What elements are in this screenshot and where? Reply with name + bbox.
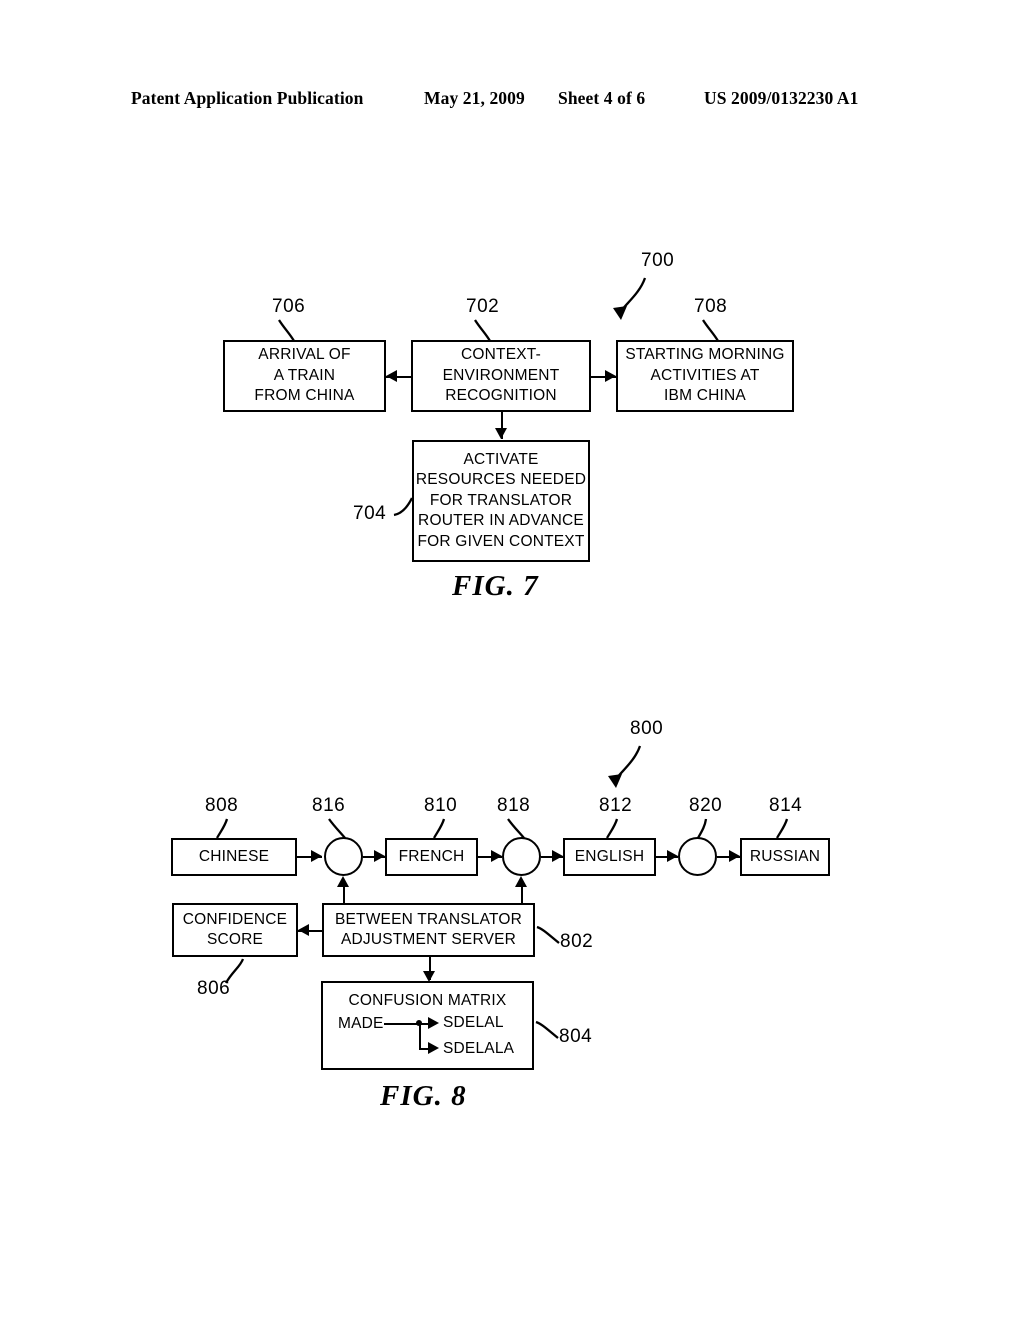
- box-706-line-1: ARRIVAL OF: [258, 346, 351, 364]
- ref-numeral-802: 802: [560, 931, 594, 952]
- confusion-matrix-source-label: MADE: [338, 1015, 384, 1032]
- box-704-line-2: RESOURCES NEEDED: [415, 471, 587, 489]
- box-810-line-1: FRENCH: [398, 847, 465, 865]
- arrowhead-made-to-sdelala: [428, 1042, 439, 1054]
- ref-numeral-702: 702: [466, 296, 500, 317]
- ref-numeral-812: 812: [599, 795, 633, 816]
- box-context-environment-recognition: CONTEXT- ENVIRONMENT RECOGNITION: [411, 340, 591, 412]
- ref-numeral-800: 800: [630, 718, 664, 739]
- ref-numeral-804: 804: [559, 1026, 593, 1047]
- ref-numeral-700: 700: [641, 250, 675, 271]
- box-language-chinese: CHINESE: [171, 838, 297, 876]
- box-706-line-3: FROM CHINA: [254, 387, 355, 405]
- box-802-line-1: BETWEEN TRANSLATOR: [334, 910, 523, 928]
- box-activate-resources-for-translator-router: ACTIVATE RESOURCES NEEDED FOR TRANSLATOR…: [412, 440, 590, 562]
- arrowhead-818-to-english: [552, 850, 563, 862]
- ref-numeral-810: 810: [424, 795, 458, 816]
- leader-704: [393, 497, 414, 517]
- box-812-line-1: ENGLISH: [574, 847, 645, 865]
- box-708-line-1: STARTING MORNING: [625, 346, 785, 364]
- arrowhead-english-to-820: [667, 850, 678, 862]
- figure-8-caption: FIG. 8: [380, 1080, 467, 1112]
- arrowhead-french-to-818: [491, 850, 502, 862]
- arrowhead-chinese-to-816: [311, 850, 322, 862]
- leader-700: [613, 277, 647, 320]
- junction-816: [324, 837, 363, 876]
- connector-branch-drop: [419, 1023, 421, 1049]
- junction-820: [678, 837, 717, 876]
- page-header: Patent Application Publication May 21, 2…: [0, 88, 1024, 116]
- arrowhead-server-to-818: [515, 876, 527, 887]
- box-706-line-2: A TRAIN: [273, 366, 336, 384]
- arrowhead-702-to-706: [386, 370, 397, 382]
- ref-numeral-814: 814: [769, 795, 803, 816]
- box-confidence-score: CONFIDENCE SCORE: [172, 903, 298, 957]
- box-702-line-3: RECOGNITION: [445, 387, 557, 405]
- arrowhead-made-to-sdelal: [428, 1017, 439, 1029]
- ref-numeral-706: 706: [272, 296, 306, 317]
- box-802-line-2: ADJUSTMENT SERVER: [340, 931, 517, 948]
- ref-numeral-816: 816: [312, 795, 346, 816]
- box-806-line-1: CONFIDENCE: [182, 910, 288, 928]
- ref-numeral-818: 818: [497, 795, 531, 816]
- box-arrival-of-a-train-from-china: ARRIVAL OF A TRAIN FROM CHINA: [223, 340, 386, 412]
- arrowhead-820-to-russian: [729, 850, 740, 862]
- leader-800: [608, 745, 642, 788]
- header-publication-label: Patent Application Publication: [131, 88, 364, 108]
- confusion-matrix-target-label-2: SDELALA: [443, 1040, 515, 1057]
- confusion-matrix-target-label-1: SDELAL: [443, 1014, 504, 1031]
- connector-made-stem: [384, 1023, 419, 1025]
- box-language-french: FRENCH: [385, 838, 478, 876]
- box-704-line-3: FOR TRANSLATOR: [429, 491, 573, 509]
- box-804-title: CONFUSION MATRIX: [348, 992, 507, 1009]
- arrowhead-server-to-816: [337, 876, 349, 887]
- box-806-line-2: SCORE: [206, 931, 264, 948]
- ref-numeral-708: 708: [694, 296, 728, 317]
- arrowhead-702-to-708: [605, 370, 616, 382]
- box-814-line-1: RUSSIAN: [749, 847, 821, 865]
- figure-7-caption: FIG. 7: [452, 570, 539, 602]
- box-704-line-5: FOR GIVEN CONTEXT: [417, 532, 585, 550]
- ref-numeral-820: 820: [689, 795, 723, 816]
- box-starting-morning-activities-at-ibm-china: STARTING MORNING ACTIVITIES AT IBM CHINA: [616, 340, 794, 412]
- arrowhead-702-to-704: [495, 428, 507, 439]
- arrowhead-816-to-french: [374, 850, 385, 862]
- box-708-line-3: IBM CHINA: [664, 387, 746, 405]
- box-704-line-1: ACTIVATE: [463, 450, 539, 468]
- header-sheet-label: Sheet 4 of 6: [558, 88, 646, 108]
- ref-numeral-806: 806: [197, 978, 231, 999]
- arrowhead-server-to-confidence-score: [298, 924, 309, 936]
- box-708-line-2: ACTIVITIES AT: [650, 366, 760, 384]
- box-between-translator-adjustment-server: BETWEEN TRANSLATOR ADJUSTMENT SERVER: [322, 903, 535, 957]
- box-702-line-1: CONTEXT-: [461, 346, 541, 364]
- ref-numeral-808: 808: [205, 795, 239, 816]
- box-language-english: ENGLISH: [563, 838, 656, 876]
- box-808-line-1: CHINESE: [198, 847, 270, 865]
- box-language-russian: RUSSIAN: [740, 838, 830, 876]
- header-patent-number: US 2009/0132230 A1: [704, 88, 859, 108]
- ref-numeral-704: 704: [353, 503, 387, 524]
- box-704-line-4: ROUTER IN ADVANCE: [418, 512, 584, 530]
- junction-818: [502, 837, 541, 876]
- box-702-line-2: ENVIRONMENT: [442, 366, 560, 384]
- header-date-label: May 21, 2009: [424, 88, 525, 108]
